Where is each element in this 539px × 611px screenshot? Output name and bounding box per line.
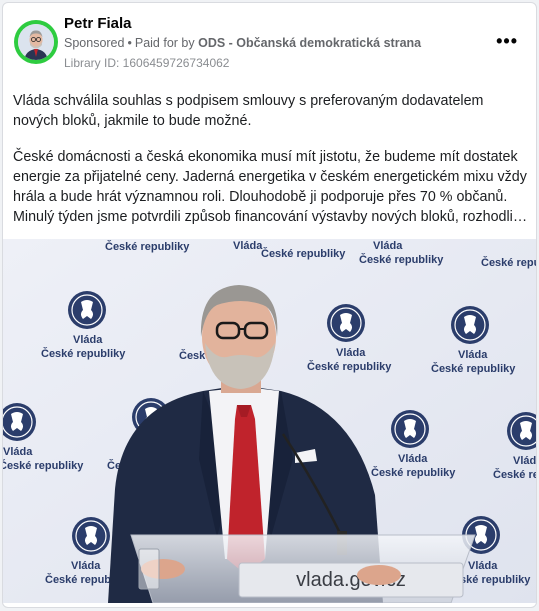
post-header: Petr Fiala Sponsored • Paid for by ODS - O…	[3, 3, 536, 79]
svg-text:Vláda: Vláda	[458, 349, 488, 361]
sponsored-line: Sponsored • Paid for by ODS - Občanská dem…	[64, 36, 421, 50]
svg-text:České republiky: České republiky	[493, 468, 537, 481]
svg-text:České republiky: České republiky	[3, 459, 84, 472]
svg-text:České republiky: České republiky	[481, 256, 537, 269]
svg-text:Vláda: Vláda	[398, 453, 428, 465]
svg-text:České republiky: České republiky	[431, 362, 516, 375]
more-options-icon[interactable]: •••	[496, 31, 518, 52]
post-text: Vláda schválila souhlas s podpisem smlou…	[13, 91, 528, 243]
post-image[interactable]: České republiky Vláda České republiky Vl…	[3, 239, 537, 603]
svg-text:Vláda: Vláda	[513, 455, 537, 467]
post-image-illustration: České republiky Vláda České republiky Vl…	[3, 239, 537, 603]
sponsored-label: Sponsored	[64, 36, 125, 50]
svg-text:České republiky: České republiky	[307, 360, 392, 373]
svg-text:České republiky: České republiky	[105, 240, 190, 253]
svg-text:Vláda: Vláda	[373, 240, 403, 252]
svg-text:Vláda: Vláda	[71, 560, 101, 572]
avatar-photo	[18, 24, 54, 60]
svg-text:České republiky: České republiky	[261, 247, 346, 260]
paid-for-by-prefix: Paid for by	[134, 36, 195, 50]
paid-for-by-org[interactable]: ODS - Občanská demokratická strana	[198, 36, 421, 50]
svg-text:Vláda: Vláda	[336, 347, 366, 359]
post-paragraph-2[interactable]: České domácnosti a česká ekonomika musí …	[13, 147, 528, 227]
svg-text:Vláda: Vláda	[468, 560, 498, 572]
avatar[interactable]	[14, 20, 58, 64]
ad-post-card: Petr Fiala Sponsored • Paid for by ODS - O…	[2, 2, 537, 608]
separator-dot: •	[127, 36, 132, 50]
svg-text:Vláda: Vláda	[73, 334, 103, 346]
author-name[interactable]: Petr Fiala	[64, 15, 132, 32]
svg-text:Vláda: Vláda	[233, 240, 263, 252]
glass-lectern: vlada.gov.cz	[130, 534, 476, 603]
svg-text:České republiky: České republiky	[359, 253, 444, 266]
library-id: Library ID: 1606459726734062	[64, 56, 230, 70]
svg-text:Vláda: Vláda	[3, 446, 33, 458]
svg-text:České republiky: České republiky	[371, 466, 456, 479]
post-paragraph-1: Vláda schválila souhlas s podpisem smlou…	[13, 93, 484, 129]
svg-text:České republiky: České republiky	[41, 347, 126, 360]
